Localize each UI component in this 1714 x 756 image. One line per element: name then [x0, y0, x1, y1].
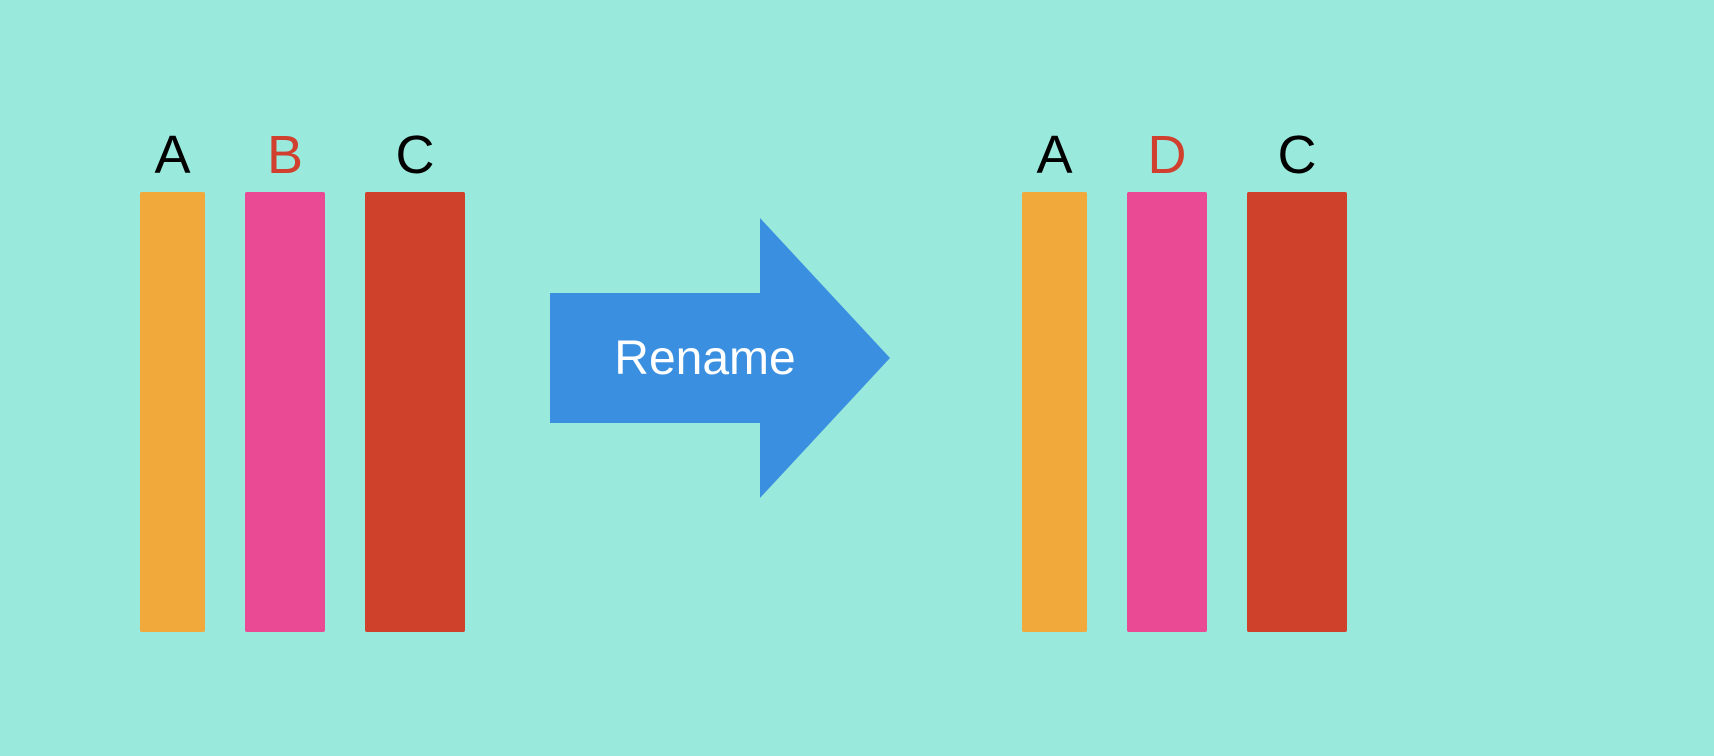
column-bar [140, 192, 205, 632]
columns-before: A B C [140, 128, 465, 632]
column-after-A: A [1022, 128, 1087, 632]
column-after-D: D [1127, 128, 1207, 632]
column-bar [1247, 192, 1347, 632]
column-bar [1022, 192, 1087, 632]
column-bar [1127, 192, 1207, 632]
column-label: C [396, 128, 435, 182]
column-before-C: C [365, 128, 465, 632]
column-label: D [1148, 128, 1187, 182]
diagram-canvas: A B C Rename A D C [0, 0, 1714, 756]
arrow-label: Rename [614, 331, 795, 386]
column-label: B [267, 128, 303, 182]
column-before-B: B [245, 128, 325, 632]
column-label: A [1036, 128, 1072, 182]
column-before-A: A [140, 128, 205, 632]
columns-after: A D C [1022, 128, 1347, 632]
column-bar [365, 192, 465, 632]
column-label: C [1278, 128, 1317, 182]
column-bar [245, 192, 325, 632]
column-after-C: C [1247, 128, 1347, 632]
column-label: A [154, 128, 190, 182]
rename-arrow: Rename [550, 218, 890, 498]
